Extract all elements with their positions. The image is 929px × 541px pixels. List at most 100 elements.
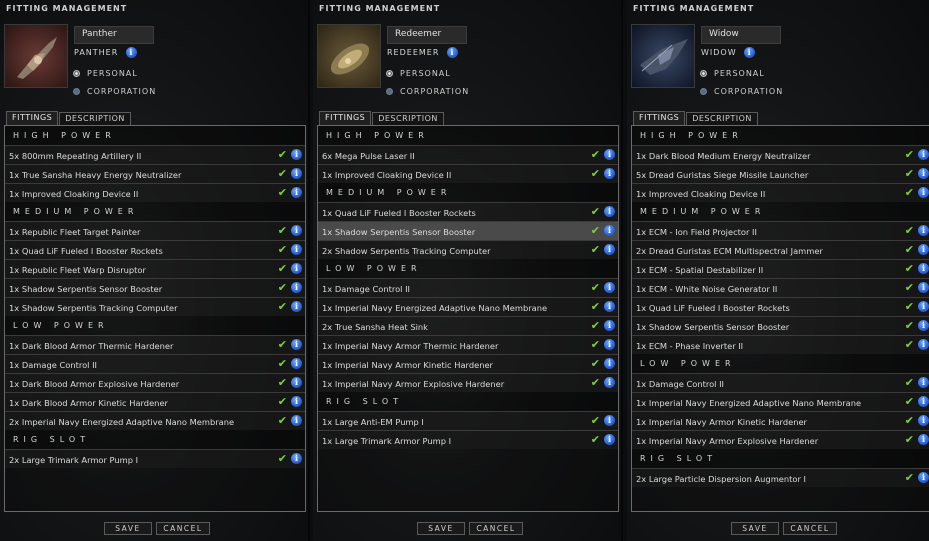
info-icon[interactable]: i [604,149,615,160]
tab-description[interactable]: DESCRIPTION [372,112,444,126]
info-icon[interactable]: i [291,263,302,274]
module-row[interactable]: 1x True Sansha Heavy Energy Neutralizer ✔… [5,164,305,183]
info-icon[interactable]: i [604,301,615,312]
module-row[interactable]: 1x Improved Cloaking Device II ✔ i [632,183,929,202]
cancel-button[interactable]: CANCEL [469,522,523,535]
module-row[interactable]: 1x Republic Fleet Warp Disruptor ✔ i [5,259,305,278]
info-icon[interactable]: i [604,168,615,179]
radio-unselected-icon[interactable] [386,88,393,95]
module-row[interactable]: 5x 800mm Repeating Artillery II ✔ i [5,145,305,164]
info-icon[interactable]: i [604,282,615,293]
module-row[interactable]: 1x Shadow Serpentis Tracking Computer ✔ i [5,297,305,316]
info-icon[interactable]: i [291,339,302,350]
info-icon[interactable]: i [918,263,929,274]
info-icon[interactable]: i [918,377,929,388]
module-row[interactable]: 1x Imperial Navy Energized Adaptive Nano… [318,297,618,316]
info-icon[interactable]: i [918,434,929,445]
module-row[interactable]: 1x Imperial Navy Energized Adaptive Nano… [632,392,929,411]
info-icon[interactable]: i [291,168,302,179]
tab-fittings[interactable]: FITTINGS [633,111,686,126]
module-row[interactable]: 1x ECM - Spatial Destabilizer II ✔ i [632,259,929,278]
info-icon[interactable]: i [291,244,302,255]
module-row[interactable]: 6x Mega Pulse Laser II ✔ i [318,145,618,164]
info-icon[interactable]: i [604,320,615,331]
info-icon[interactable]: i [604,225,615,236]
info-icon[interactable]: i [918,301,929,312]
module-row[interactable]: 1x Imperial Navy Armor Kinetic Hardener ✔… [318,354,618,373]
info-icon[interactable]: i [291,187,302,198]
info-icon[interactable]: i [918,225,929,236]
module-row[interactable]: 1x ECM - Phase Inverter II ✔ i [632,335,929,354]
module-row[interactable]: 1x Imperial Navy Armor Kinetic Hardener ✔… [632,411,929,430]
radio-unselected-icon[interactable] [73,88,80,95]
info-icon[interactable]: i [918,187,929,198]
info-icon[interactable]: i [446,47,458,58]
radio-personal[interactable]: PERSONAL [386,69,451,78]
module-row[interactable]: 1x Improved Cloaking Device II ✔ i [5,183,305,202]
module-row[interactable]: 5x Dread Guristas Siege Missile Launcher… [632,164,929,183]
info-icon[interactable]: i [918,472,929,483]
module-row[interactable]: 1x ECM - White Noise Generator II ✔ i [632,278,929,297]
info-icon[interactable]: i [604,244,615,255]
info-icon[interactable]: i [604,415,615,426]
module-row[interactable]: 2x Dread Guristas ECM Multispectral Jamm… [632,240,929,259]
info-icon[interactable]: i [291,282,302,293]
module-row[interactable]: 1x Damage Control II ✔ i [632,373,929,392]
cancel-button[interactable]: CANCEL [156,522,210,535]
save-button[interactable]: SAVE [417,522,465,535]
tab-fittings[interactable]: FITTINGS [6,111,59,126]
info-icon[interactable]: i [291,301,302,312]
module-row[interactable]: 1x Imperial Navy Armor Explosive Hardene… [632,430,929,449]
radio-selected-icon[interactable] [386,70,393,77]
module-row[interactable]: 1x Dark Blood Armor Thermic Hardener ✔ i [5,335,305,354]
info-icon[interactable]: i [918,396,929,407]
info-icon[interactable]: i [744,47,756,58]
tab-fittings[interactable]: FITTINGS [319,111,372,126]
module-row[interactable]: 2x Large Particle Dispersion Augmentor I… [632,468,929,487]
info-icon[interactable]: i [291,377,302,388]
info-icon[interactable]: i [604,377,615,388]
module-row[interactable]: 1x Republic Fleet Target Painter ✔ i [5,221,305,240]
cancel-button[interactable]: CANCEL [783,522,837,535]
module-row[interactable]: 1x Improved Cloaking Device II ✔ i [318,164,618,183]
module-row[interactable]: 2x Imperial Navy Energized Adaptive Nano… [5,411,305,430]
info-icon[interactable]: i [918,244,929,255]
module-row[interactable]: 1x Quad LiF Fueled I Booster Rockets ✔ i [318,202,618,221]
info-icon[interactable]: i [918,149,929,160]
info-icon[interactable]: i [291,225,302,236]
module-row[interactable]: 1x Dark Blood Armor Explosive Hardener ✔ i [5,373,305,392]
radio-selected-icon[interactable] [73,70,80,77]
info-icon[interactable]: i [604,339,615,350]
radio-personal[interactable]: PERSONAL [73,69,138,78]
module-row[interactable]: 1x Quad LiF Fueled I Booster Rockets ✔ i [5,240,305,259]
tab-description[interactable]: DESCRIPTION [59,112,131,126]
info-icon[interactable]: i [918,168,929,179]
info-icon[interactable]: i [291,415,302,426]
module-row[interactable]: 1x Shadow Serpentis Sensor Booster ✔ i [632,316,929,335]
info-icon[interactable]: i [604,434,615,445]
radio-unselected-icon[interactable] [700,88,707,95]
module-row[interactable]: 1x Damage Control II ✔ i [318,278,618,297]
info-icon[interactable]: i [291,396,302,407]
module-row[interactable]: 1x Large Trimark Armor Pump I ✔ i [318,430,618,449]
info-icon[interactable]: i [918,282,929,293]
info-icon[interactable]: i [918,415,929,426]
info-icon[interactable]: i [125,47,137,58]
module-row[interactable]: 1x Dark Blood Armor Kinetic Hardener ✔ i [5,392,305,411]
radio-selected-icon[interactable] [700,70,707,77]
radio-personal[interactable]: PERSONAL [700,69,765,78]
fitting-name-field[interactable]: Panther [74,26,154,44]
module-row[interactable]: 2x Shadow Serpentis Tracking Computer ✔ i [318,240,618,259]
module-row[interactable]: 1x Dark Blood Medium Energy Neutralizer ✔… [632,145,929,164]
module-row[interactable]: 1x Shadow Serpentis Sensor Booster ✔ i [5,278,305,297]
info-icon[interactable]: i [604,358,615,369]
module-row[interactable]: 1x Shadow Serpentis Sensor Booster ✔ i [318,221,618,240]
module-row[interactable]: 2x True Sansha Heat Sink ✔ i [318,316,618,335]
info-icon[interactable]: i [918,320,929,331]
save-button[interactable]: SAVE [731,522,779,535]
radio-corporation[interactable]: CORPORATION [700,87,783,96]
info-icon[interactable]: i [291,149,302,160]
info-icon[interactable]: i [291,453,302,464]
module-row[interactable]: 1x Large Anti-EM Pump I ✔ i [318,411,618,430]
module-row[interactable]: 2x Large Trimark Armor Pump I ✔ i [5,449,305,468]
